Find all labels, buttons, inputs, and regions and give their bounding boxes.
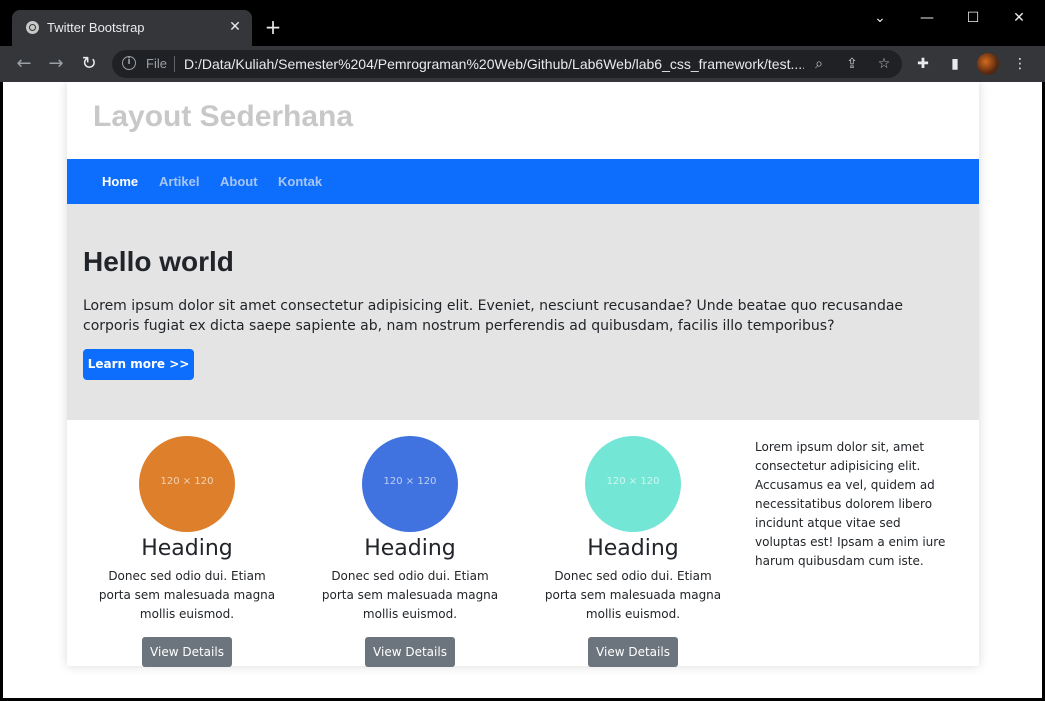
column-text: Donec sed odio dui. Etiam porta sem male…	[321, 569, 499, 621]
view-details-button[interactable]: View Details	[142, 637, 232, 667]
url-text[interactable]: D:/Data/Kuliah/Semester%204/Pemrograman%…	[184, 56, 804, 72]
placeholder-image: 120 × 120	[362, 436, 458, 532]
page-viewport: Layout Sederhana Home Artikel About Kont…	[3, 82, 1042, 698]
minimize-button[interactable]: —	[907, 8, 947, 28]
back-icon[interactable]: ←	[12, 52, 36, 76]
nav-home[interactable]: Home	[102, 174, 138, 189]
url-scheme-label: File	[146, 56, 167, 71]
close-window-button[interactable]: ✕	[999, 8, 1039, 28]
column-text: Donec sed odio dui. Etiam porta sem male…	[544, 569, 722, 621]
placeholder-label: 120 × 120	[383, 476, 437, 487]
page-container: Layout Sederhana Home Artikel About Kont…	[67, 82, 979, 667]
site-title: Layout Sederhana	[93, 100, 354, 133]
placeholder-image: 120 × 120	[139, 436, 235, 532]
column-heading: Heading	[364, 536, 456, 561]
browser-toolbar: ← → ↻ i File D:/Data/Kuliah/Semester%204…	[0, 46, 1045, 82]
hero-title: Hello world	[83, 246, 234, 277]
hero-section: Hello world Lorem ipsum dolor sit amet c…	[67, 204, 979, 420]
menu-icon[interactable]: ⋮	[1010, 54, 1030, 74]
side-panel-icon[interactable]: ▮	[945, 54, 965, 74]
new-tab-button[interactable]: +	[262, 16, 284, 38]
globe-icon	[26, 21, 39, 34]
info-icon[interactable]: i	[122, 56, 136, 70]
main-navbar: Home Artikel About Kontak	[67, 159, 979, 204]
column-heading: Heading	[141, 536, 233, 561]
hero-text: Lorem ipsum dolor sit amet consectetur a…	[83, 298, 904, 334]
view-details-button[interactable]: View Details	[588, 637, 678, 667]
address-bar[interactable]: i File D:/Data/Kuliah/Semester%204/Pemro…	[112, 50, 902, 78]
tab-strip: Twitter Bootstrap ✕ + ⌄ — ☐ ✕	[0, 0, 1045, 46]
column-heading: Heading	[587, 536, 679, 561]
feature-column: 120 × 120 Heading Donec sed odio dui. Et…	[310, 436, 510, 667]
feature-column: 120 × 120 Heading Donec sed odio dui. Et…	[87, 436, 287, 667]
learn-more-button[interactable]: Learn more >>	[83, 349, 194, 380]
placeholder-label: 120 × 120	[160, 476, 214, 487]
extensions-icon[interactable]: ✚	[913, 54, 933, 74]
placeholder-image: 120 × 120	[585, 436, 681, 532]
tab-title: Twitter Bootstrap	[47, 20, 145, 35]
aside-text: Lorem ipsum dolor sit, amet consectetur …	[755, 440, 946, 568]
forward-icon[interactable]: →	[44, 52, 68, 76]
maximize-button[interactable]: ☐	[953, 8, 993, 28]
feature-column: 120 × 120 Heading Donec sed odio dui. Et…	[533, 436, 733, 667]
nav-about[interactable]: About	[220, 174, 258, 189]
reload-icon[interactable]: ↻	[77, 52, 101, 76]
address-separator	[174, 56, 175, 72]
column-text: Donec sed odio dui. Etiam porta sem male…	[98, 569, 276, 621]
nav-artikel[interactable]: Artikel	[159, 174, 199, 189]
bookmark-star-icon[interactable]: ☆	[874, 54, 894, 74]
placeholder-label: 120 × 120	[606, 476, 660, 487]
close-tab-icon[interactable]: ✕	[226, 18, 244, 36]
view-details-button[interactable]: View Details	[365, 637, 455, 667]
browser-tab[interactable]: Twitter Bootstrap ✕	[12, 10, 252, 46]
tab-search-icon[interactable]: ⌄	[860, 8, 900, 28]
share-icon[interactable]: ⇪	[842, 54, 862, 74]
profile-avatar[interactable]	[977, 53, 999, 75]
nav-kontak[interactable]: Kontak	[278, 174, 322, 189]
zoom-icon[interactable]: ⌕	[809, 54, 829, 74]
site-header: Layout Sederhana	[67, 82, 979, 159]
